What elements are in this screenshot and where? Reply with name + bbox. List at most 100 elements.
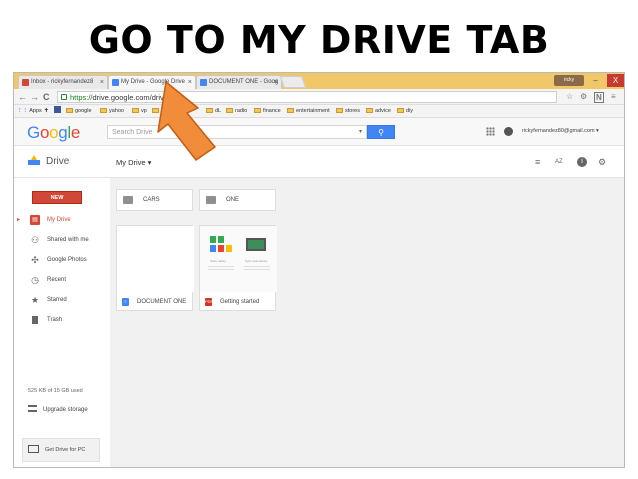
pinwheel-icon: ✣ <box>31 255 39 265</box>
tab-close-icon[interactable]: × <box>188 76 192 89</box>
gmail-icon <box>22 79 29 86</box>
browser-window: Inbox - rickyfernandez8 × My Drive - Goo… <box>13 72 625 468</box>
url-path: /drive/ <box>149 93 171 102</box>
folder-icon <box>66 108 73 113</box>
my-drive-menu-button[interactable]: My Drive ▾ <box>116 157 151 169</box>
apps-grid-icon[interactable] <box>486 127 495 136</box>
slide-title: GO TO MY DRIVE TAB <box>88 18 550 62</box>
info-icon[interactable]: i <box>577 157 587 167</box>
menu-icon[interactable]: ≡ <box>611 91 616 103</box>
star-icon[interactable]: ☆ <box>566 91 573 103</box>
bookmark-yahoo[interactable]: yahoo <box>100 105 124 118</box>
sidebar-item-shared[interactable]: ⚇ Shared with me <box>14 230 110 250</box>
bookmark-vp[interactable]: vp <box>132 105 147 118</box>
my-drive-icon: ▤ <box>30 215 40 225</box>
tab-label: My Drive - Google Drive <box>121 79 186 85</box>
sidebar-item-starred[interactable]: ★ Starred <box>14 290 110 310</box>
upgrade-storage-link[interactable]: Upgrade storage <box>28 404 88 416</box>
monitor-icon <box>28 445 39 453</box>
bookmark-apps[interactable]: ⋮⋮ Apps <box>17 105 42 118</box>
drive-brand[interactable]: Drive <box>28 155 69 169</box>
file-label: ≡ DOCUMENT ONE <box>117 295 194 309</box>
facebook-icon[interactable] <box>54 105 61 118</box>
drive-content: CARS ONE ≡ DOCUMENT ONE Store safely Syn… <box>110 178 624 467</box>
evernote-icon[interactable]: N <box>594 92 604 103</box>
document-thumbnail <box>117 226 194 292</box>
bookmark-google[interactable]: google <box>66 105 92 118</box>
sidebar-item-my-drive[interactable]: ▸ ▤ My Drive <box>14 210 110 230</box>
back-icon[interactable]: ← <box>18 91 27 103</box>
folder-icon <box>206 108 213 113</box>
bookmark-advice[interactable]: advice <box>366 105 391 118</box>
url-input[interactable]: https://drive.google.com/drive/ <box>57 91 557 103</box>
bookmark-to[interactable]: to <box>152 105 166 118</box>
folder-icon <box>226 108 233 113</box>
get-drive-for-pc-button[interactable]: Get Drive for PC <box>22 438 100 462</box>
folder-icon <box>100 108 107 113</box>
file-card[interactable]: Store safely Sync seamlessly PDF Getting… <box>199 225 277 311</box>
folder-icon <box>336 108 343 113</box>
storage-icon <box>28 405 37 412</box>
tab-strip: Inbox - rickyfernandez8 × My Drive - Goo… <box>14 73 624 89</box>
google-header: Google Search Drive ▾ ⚲ rickyfernandez80… <box>14 118 624 146</box>
search-input[interactable]: Search Drive ▾ <box>107 125 367 139</box>
folder-icon <box>366 108 373 113</box>
file-label: PDF Getting started <box>205 298 260 306</box>
docs-icon <box>200 79 207 86</box>
extension-icon[interactable]: ⚙ <box>580 91 587 103</box>
bookmark-dl[interactable]: dL <box>206 105 221 118</box>
folder-icon <box>152 108 159 113</box>
url-host: drive.google.com <box>92 93 150 102</box>
tab-close-icon[interactable]: × <box>274 76 278 89</box>
notifications-icon[interactable] <box>504 127 513 136</box>
bookmark-diy[interactable]: diy <box>397 105 413 118</box>
sidebar-item-photos[interactable]: ✣ Google Photos <box>14 250 110 270</box>
sidebar-item-trash[interactable]: Trash <box>14 310 110 330</box>
expand-icon[interactable]: ▸ <box>17 210 20 230</box>
new-tab-button[interactable] <box>279 76 307 88</box>
bookmark-stores[interactable]: stores <box>336 105 360 118</box>
bookmark-radio[interactable]: radio <box>226 105 247 118</box>
folder-icon <box>397 108 404 113</box>
address-bar: ← → C https://drive.google.com/drive/ ☆ … <box>14 89 624 105</box>
google-logo[interactable]: Google <box>27 123 80 143</box>
forward-icon[interactable]: → <box>30 91 39 103</box>
sort-icon[interactable]: AZ <box>555 156 563 168</box>
tab-close-icon[interactable]: × <box>100 76 104 89</box>
search-options-icon[interactable]: ▾ <box>359 126 362 139</box>
new-button[interactable]: NEW <box>32 191 82 204</box>
search-placeholder: Search Drive <box>112 129 153 136</box>
drive-logo-icon <box>28 155 40 165</box>
bookmark-pin-icon[interactable]: ✝ <box>44 105 49 118</box>
pdf-icon: PDF <box>205 298 213 306</box>
tab-inbox[interactable]: Inbox - rickyfernandez8 × <box>18 75 108 89</box>
drive-sidebar: NEW ▸ ▤ My Drive ⚇ Shared with me ✣ Goog… <box>14 178 110 467</box>
folder-icon <box>287 108 294 113</box>
storage-usage: 525 KB of 15 GB used <box>28 388 83 394</box>
tab-document-one[interactable]: DOCUMENT ONE - Goog × <box>196 75 282 89</box>
sidebar-item-recent[interactable]: ◷ Recent <box>14 270 110 290</box>
folder-card[interactable]: CARS <box>116 189 193 211</box>
reload-icon[interactable]: C <box>43 91 50 103</box>
tab-my-drive[interactable]: My Drive - Google Drive × <box>108 75 196 89</box>
folder-icon <box>254 108 261 113</box>
tab-label: DOCUMENT ONE - Goog <box>209 79 279 85</box>
file-card[interactable]: ≡ DOCUMENT ONE <box>116 225 194 311</box>
restore-button[interactable] <box>589 74 606 87</box>
bookmarks-bar: ⋮⋮ Apps ✝ google yahoo vp to dL radio fi… <box>14 105 624 118</box>
folder-icon <box>206 196 216 204</box>
close-window-button[interactable]: X <box>607 74 624 87</box>
getting-started-thumbnail: Store safely Sync seamlessly <box>200 226 277 292</box>
bookmark-finance[interactable]: finance <box>254 105 281 118</box>
people-icon: ⚇ <box>30 235 40 245</box>
account-email[interactable]: rickyfernandez80@gmail.com ▾ <box>522 126 599 137</box>
url-scheme: https:// <box>70 93 93 102</box>
docs-icon: ≡ <box>122 298 129 306</box>
profile-chip[interactable]: ricky <box>554 75 584 86</box>
list-view-icon[interactable]: ≡ <box>535 156 540 168</box>
settings-icon[interactable]: ⚙ <box>598 156 606 168</box>
search-button[interactable]: ⚲ <box>367 125 395 139</box>
folder-card[interactable]: ONE <box>199 189 276 211</box>
tab-label: Inbox - rickyfernandez8 <box>31 79 94 85</box>
bookmark-entertainment[interactable]: entertainment <box>287 105 330 118</box>
